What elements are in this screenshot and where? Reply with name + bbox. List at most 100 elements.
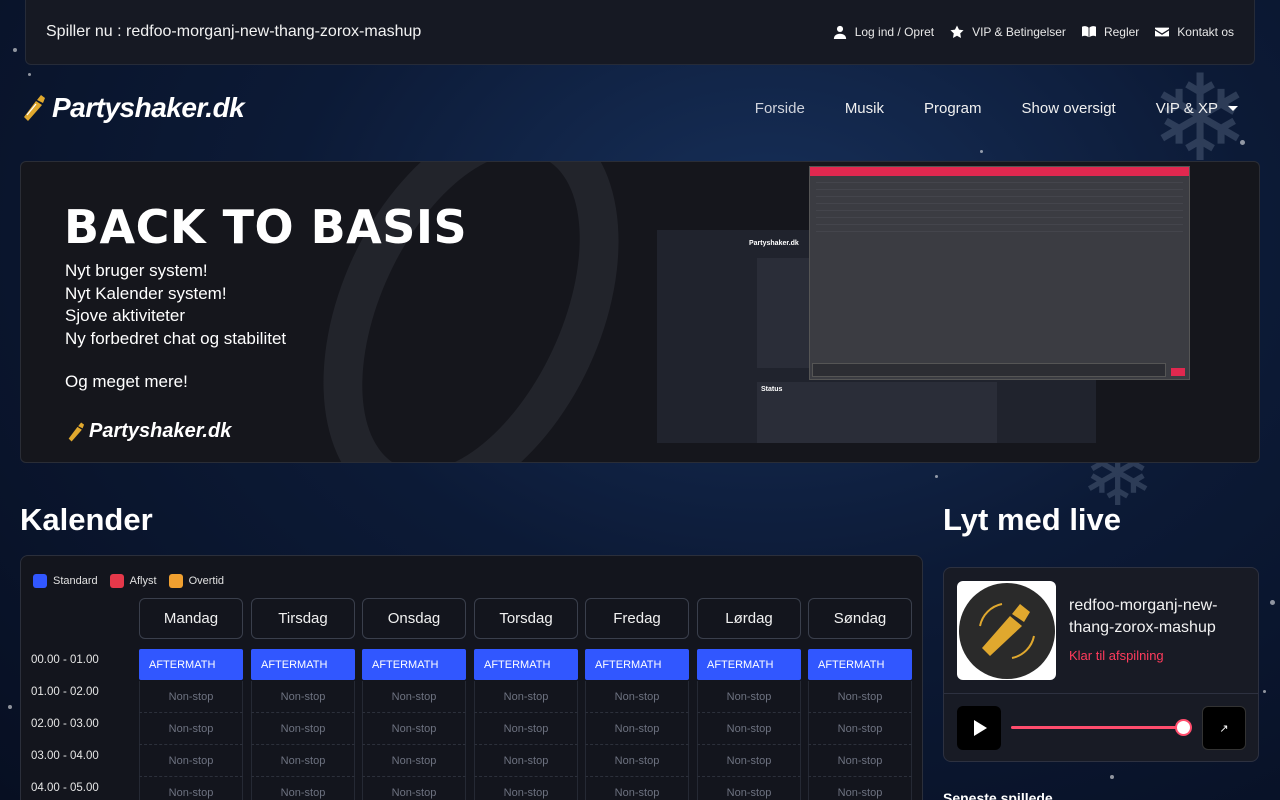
nav-program[interactable]: Program — [924, 100, 982, 117]
calendar-empty-slot: Non-stop — [585, 713, 689, 745]
banner-features: Nyt bruger system! Nyt Kalender system! … — [65, 260, 286, 350]
banner-screenshot-chat — [809, 166, 1190, 380]
legend-label: Aflyst — [129, 575, 157, 587]
banner-more-text: Og meget mere! — [65, 372, 188, 391]
day-header: Torsdag — [474, 598, 578, 639]
calendar-empty-slot: Non-stop — [697, 681, 801, 713]
calendar-empty-slot: Non-stop — [585, 777, 689, 800]
calendar-event[interactable]: AFTERMATH — [251, 649, 355, 680]
nav-vip-xp[interactable]: VIP & XP — [1156, 100, 1238, 117]
legend-swatch-overtid — [168, 574, 183, 588]
calendar-event[interactable]: AFTERMATH — [808, 649, 912, 680]
calendar-event[interactable]: AFTERMATH — [139, 649, 243, 680]
calendar-empty-slot: Non-stop — [251, 745, 355, 777]
time-label: 03.00 - 04.00 — [31, 750, 99, 762]
shaker-icon — [24, 95, 45, 121]
login-link-label: Log ind / Opret — [854, 25, 935, 39]
contact-link-label: Kontakt os — [1177, 25, 1234, 39]
rules-link[interactable]: Regler — [1081, 25, 1140, 39]
banner-feature: Nyt Kalender system! — [65, 283, 227, 303]
legend-item: Standard — [33, 574, 98, 588]
calendar-empty-slot: Non-stop — [585, 681, 689, 713]
time-label: 00.00 - 01.00 — [31, 654, 99, 666]
calendar-empty-slot: Non-stop — [808, 681, 912, 713]
calendar-empty-slot: Non-stop — [808, 745, 912, 777]
snow-dot — [28, 73, 31, 76]
calendar-event[interactable]: AFTERMATH — [585, 649, 689, 680]
login-link[interactable]: Log ind / Opret — [833, 25, 934, 39]
caret-down-icon — [1228, 106, 1238, 112]
day-header: Lørdag — [697, 598, 801, 639]
hero-banner[interactable]: BACK TO BASIS Nyt bruger system! Nyt Kal… — [20, 161, 1260, 463]
time-label: 01.00 - 02.00 — [31, 686, 99, 698]
day-header: Fredag — [585, 598, 689, 639]
calendar-event[interactable]: AFTERMATH — [362, 649, 466, 680]
volume-knob[interactable] — [1175, 719, 1192, 736]
legend-swatch-aflyst — [109, 574, 124, 588]
legend-swatch-standard — [33, 574, 47, 588]
rules-link-label: Regler — [1103, 25, 1140, 39]
calendar-empty-slot: Non-stop — [697, 777, 801, 800]
player-divider — [944, 693, 1258, 694]
album-cover — [957, 581, 1056, 680]
site-logo[interactable]: Partyshaker.dk — [22, 92, 245, 124]
calendar-empty-slot: Non-stop — [585, 745, 689, 777]
snow-dot — [980, 150, 983, 153]
calendar-empty-slot: Non-stop — [362, 777, 466, 800]
calendar-empty-slot: Non-stop — [139, 745, 243, 777]
snow-dot — [1110, 775, 1114, 779]
nav-musik[interactable]: Musik — [845, 100, 884, 117]
calendar-empty-slot: Non-stop — [474, 681, 578, 713]
banner-logo-text: Partyshaker.dk — [89, 420, 232, 442]
calendar-event[interactable]: AFTERMATH — [474, 649, 578, 680]
play-button[interactable] — [957, 706, 1001, 750]
snow-dot — [935, 475, 938, 478]
player-status: Klar til afspilning — [1069, 648, 1164, 663]
screenshot-chat-row — [816, 191, 1183, 197]
nav-forside[interactable]: Forside — [755, 100, 805, 117]
star-icon — [950, 25, 964, 38]
calendar-empty-slot: Non-stop — [808, 777, 912, 800]
nav-vip-xp-label: VIP & XP — [1155, 99, 1218, 117]
banner-feature: Sjove aktiviteter — [65, 306, 185, 325]
shaker-icon — [978, 602, 1035, 659]
screenshot-chat-bar — [810, 167, 1189, 176]
calendar-panel: Standard Aflyst Overtid Mandag Tirsdag O… — [20, 555, 923, 800]
volume-slider[interactable] — [1011, 719, 1192, 736]
calendar-empty-slot: Non-stop — [474, 777, 578, 800]
main-header: Partyshaker.dk Forside Musik Program Sho… — [22, 88, 1238, 128]
contact-link[interactable]: Kontakt os — [1155, 25, 1234, 39]
calendar-event[interactable]: AFTERMATH — [697, 649, 801, 680]
live-title: Lyt med live — [943, 502, 1122, 537]
calendar-empty-slot: Non-stop — [251, 777, 355, 800]
screenshot-chat-row — [816, 212, 1183, 218]
calendar-title: Kalender — [20, 502, 153, 537]
legend-label: Standard — [53, 575, 98, 587]
screenshot-chat-send — [1171, 368, 1185, 376]
user-icon — [833, 25, 846, 39]
snow-dot — [13, 48, 17, 52]
calendar-legend: Standard Aflyst Overtid — [33, 574, 224, 588]
banner-logo: Partyshaker.dk — [67, 420, 231, 443]
popout-button[interactable]: ↗ — [1202, 706, 1246, 750]
banner-feature: Ny forbedret chat og stabilitet — [65, 328, 287, 348]
calendar-empty-slot: Non-stop — [474, 713, 578, 745]
now-playing-text: Spiller nu : redfoo-morganj-new-thang-zo… — [46, 23, 422, 40]
time-label: 04.00 - 05.00 — [31, 782, 99, 794]
calendar-empty-slot: Non-stop — [697, 713, 801, 745]
snow-dot — [1263, 690, 1266, 693]
time-label: 02.00 - 03.00 — [31, 718, 99, 730]
top-bar: Spiller nu : redfoo-morganj-new-thang-zo… — [25, 0, 1255, 65]
snow-dot — [8, 705, 12, 709]
screenshot-chat-row — [816, 177, 1183, 183]
nav-show-oversigt[interactable]: Show oversigt — [1022, 100, 1116, 117]
cover-disc — [958, 582, 1055, 679]
vip-link-label: VIP & Betingelser — [972, 25, 1066, 39]
legend-item: Overtid — [168, 574, 224, 588]
recent-title: Seneste spillede — [943, 790, 1053, 800]
logo-text: Partyshaker.dk — [52, 92, 245, 123]
vip-link[interactable]: VIP & Betingelser — [950, 25, 1066, 39]
screenshot-status-label: Status — [761, 386, 783, 393]
calendar-empty-slot: Non-stop — [362, 745, 466, 777]
calendar-empty-slot: Non-stop — [697, 745, 801, 777]
